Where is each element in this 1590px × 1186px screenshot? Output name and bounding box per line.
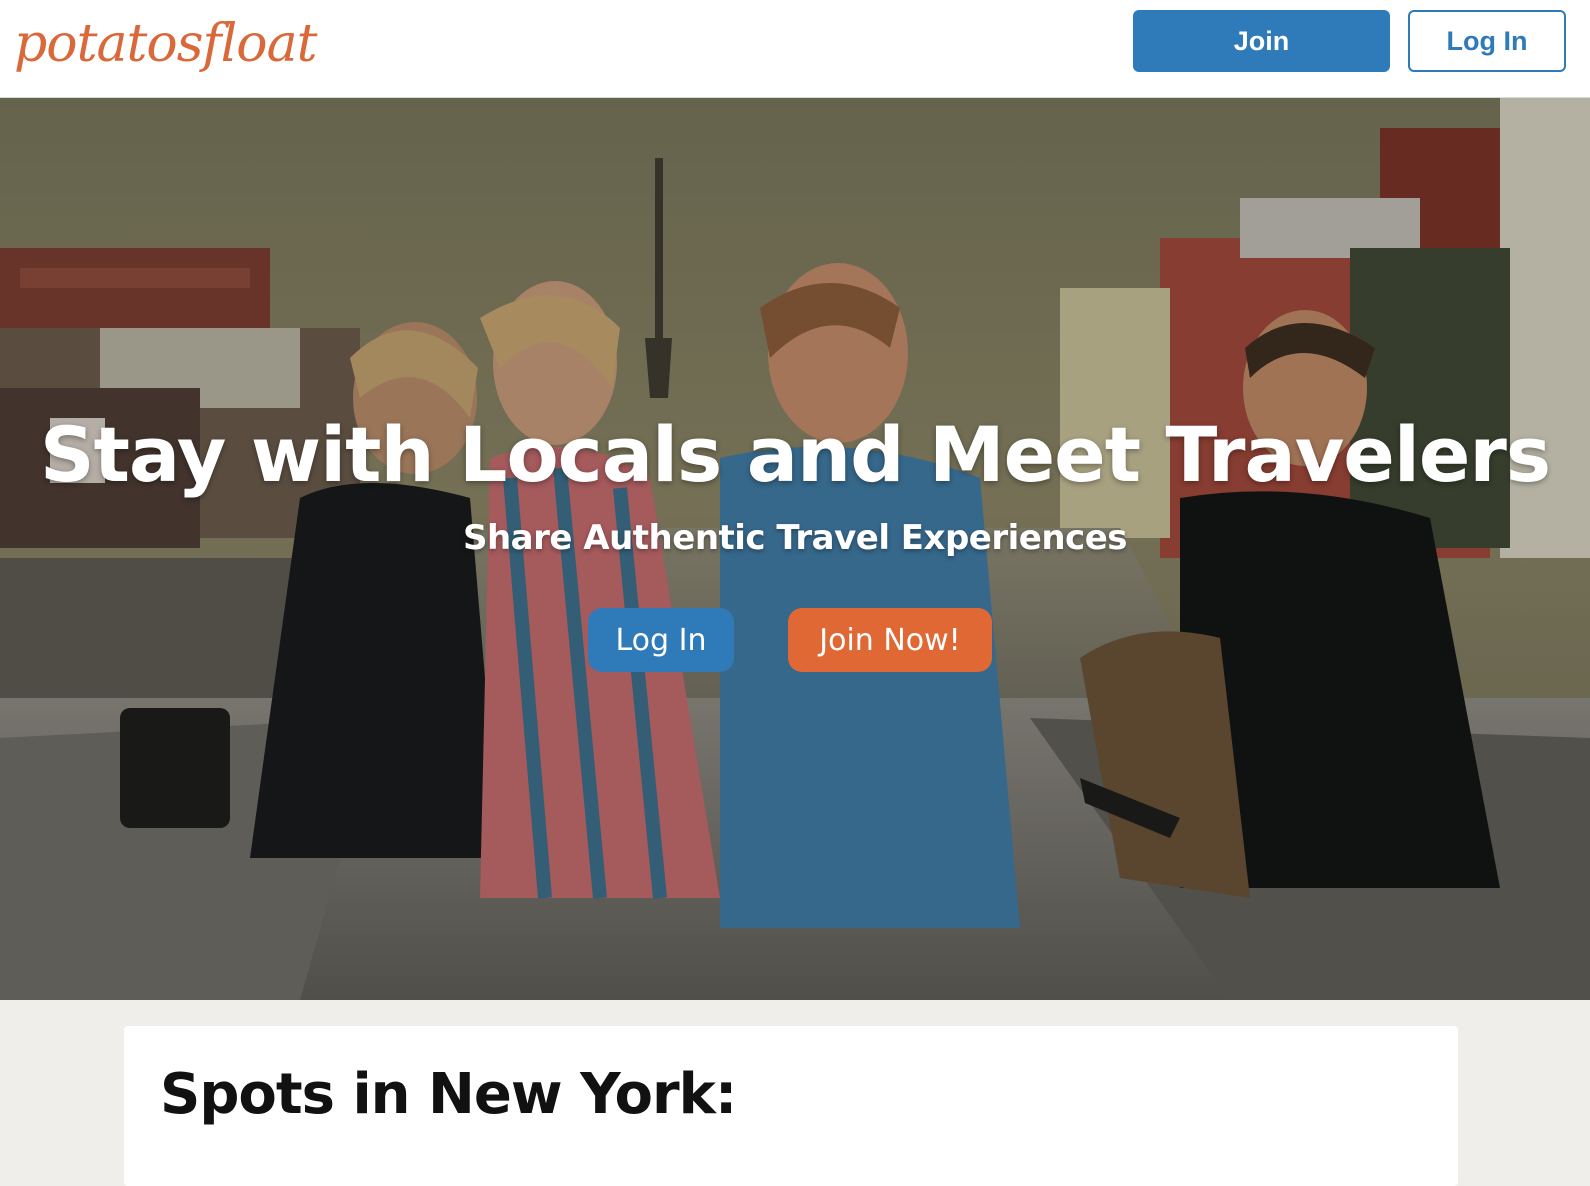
hero-join-now-button[interactable]: Join Now!	[788, 608, 992, 672]
header-join-button[interactable]: Join	[1133, 10, 1390, 72]
hero-title: Stay with Locals and Meet Travelers	[39, 410, 1551, 499]
site-logo[interactable]: potatosfloat	[14, 4, 317, 84]
header-login-button[interactable]: Log In	[1408, 10, 1566, 72]
site-header: potatosfloat Join Log In	[0, 0, 1590, 98]
hero-subtitle: Share Authentic Travel Experiences	[462, 518, 1128, 558]
hero-banner: Stay with Locals and Meet Travelers Shar…	[0, 98, 1590, 1000]
section-title: Spots in New York:	[160, 1062, 737, 1127]
hero-login-button[interactable]: Log In	[588, 608, 734, 672]
spots-section: Spots in New York:	[124, 1026, 1458, 1186]
